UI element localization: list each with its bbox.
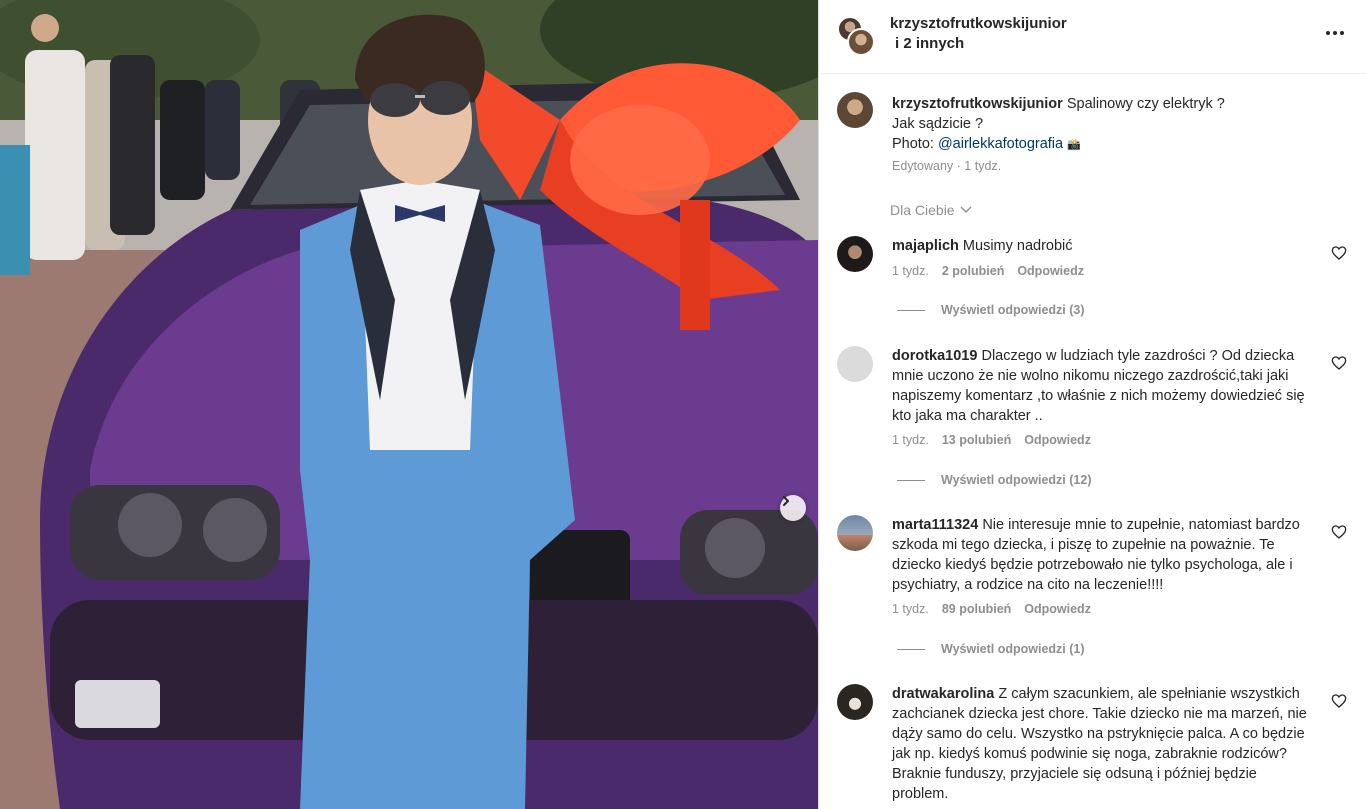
more-options-icon[interactable] — [1324, 22, 1346, 44]
comment-text: dratwakarolina Z całym szacunkiem, ale s… — [892, 684, 1317, 804]
reply-button[interactable]: Odpowiedz — [1024, 433, 1091, 447]
caption-text: krzysztofrutkowskijunior Spalinowy czy e… — [892, 94, 1332, 155]
comment-username[interactable]: dorotka1019 — [892, 348, 977, 364]
reply-button[interactable]: Odpowiedz — [1017, 264, 1084, 278]
coauthor-avatars[interactable] — [837, 16, 875, 56]
comment-meta: 1 tydz. 89 polubień Odpowiedz — [892, 602, 1091, 616]
caption-line1: Spalinowy czy elektryk ? — [1066, 96, 1225, 112]
caption-meta: Edytowany · 1 tydz. — [892, 159, 1001, 173]
edited-label: Edytowany — [892, 159, 954, 173]
avatar[interactable] — [837, 236, 873, 272]
comment-meta: 1 tydz. 2 polubień Odpowiedz — [892, 264, 1084, 278]
comment-username[interactable]: majaplich — [892, 238, 959, 254]
caption-line2: Jak sądzicie ? — [892, 116, 984, 132]
filter-label: Dla Ciebie — [890, 202, 955, 218]
next-photo-button[interactable] — [780, 495, 806, 521]
view-replies-label: Wyświetl odpowiedzi (1) — [941, 642, 1085, 656]
caption-author[interactable]: krzysztofrutkowskijunior — [892, 96, 1063, 112]
view-replies-button[interactable]: Wyświetl odpowiedzi (1) — [897, 642, 1085, 656]
post-photo[interactable] — [0, 0, 818, 809]
chevron-right-icon — [783, 496, 789, 506]
comment-text: dorotka1019 Dlaczego w ludziach tyle zaz… — [892, 346, 1317, 426]
comment-body: Musimy nadrobić — [962, 238, 1073, 254]
replies-line — [897, 309, 925, 311]
chevron-down-icon — [960, 206, 972, 213]
comment-likes[interactable]: 13 polubień — [942, 433, 1011, 447]
view-replies-label: Wyświetl odpowiedzi (3) — [941, 303, 1085, 317]
comment-username[interactable]: dratwakarolina — [892, 686, 994, 702]
view-replies-button[interactable]: Wyświetl odpowiedzi (3) — [897, 303, 1085, 317]
meta-dot: · — [956, 159, 961, 173]
post-author-link[interactable]: krzysztofrutkowskijunior — [890, 15, 1067, 32]
heart-outline-icon[interactable] — [1331, 524, 1347, 540]
heart-outline-icon[interactable] — [1331, 245, 1347, 261]
coauthors-link[interactable]: i 2 innych — [895, 35, 964, 52]
comment-username[interactable]: marta111324 — [892, 517, 978, 533]
avatar[interactable] — [837, 346, 873, 382]
photo-prefix: Photo: — [892, 136, 938, 152]
comment-meta: 1 tydz. 13 polubień Odpowiedz — [892, 433, 1091, 447]
photo-credit-link[interactable]: @airlekkafotografia — [938, 136, 1063, 152]
replies-line — [897, 479, 925, 481]
comment-time[interactable]: 1 tydz. — [892, 433, 929, 447]
comment-body: Z całym szacunkiem, ale spełnianie wszys… — [892, 686, 1307, 802]
comments-filter-dropdown[interactable]: Dla Ciebie — [890, 202, 972, 218]
replies-line — [897, 648, 925, 650]
reply-button[interactable]: Odpowiedz — [1024, 602, 1091, 616]
avatar[interactable] — [837, 92, 873, 128]
heart-outline-icon[interactable] — [1331, 693, 1347, 709]
comment-likes[interactable]: 89 polubień — [942, 602, 1011, 616]
avatar[interactable] — [837, 515, 873, 551]
comment-likes[interactable]: 2 polubień — [942, 264, 1005, 278]
camera-emoji: 📸 — [1067, 139, 1081, 151]
comment-text: marta111324 Nie interesuje mnie to zupeł… — [892, 515, 1317, 595]
view-replies-button[interactable]: Wyświetl odpowiedzi (12) — [897, 473, 1091, 487]
photo-illustration — [0, 0, 818, 809]
comment-time[interactable]: 1 tydz. — [892, 602, 929, 616]
post-time[interactable]: 1 tydz. — [964, 159, 1001, 173]
comment-time[interactable]: 1 tydz. — [892, 264, 929, 278]
view-replies-label: Wyświetl odpowiedzi (12) — [941, 473, 1092, 487]
avatar — [847, 28, 875, 56]
avatar[interactable] — [837, 684, 873, 720]
comment-text: majaplich Musimy nadrobić — [892, 236, 1317, 256]
heart-outline-icon[interactable] — [1331, 355, 1347, 371]
post-header: krzysztofrutkowskijunior i 2 innych — [819, 0, 1366, 74]
post-side-panel: krzysztofrutkowskijunior i 2 innych krzy… — [819, 0, 1366, 809]
